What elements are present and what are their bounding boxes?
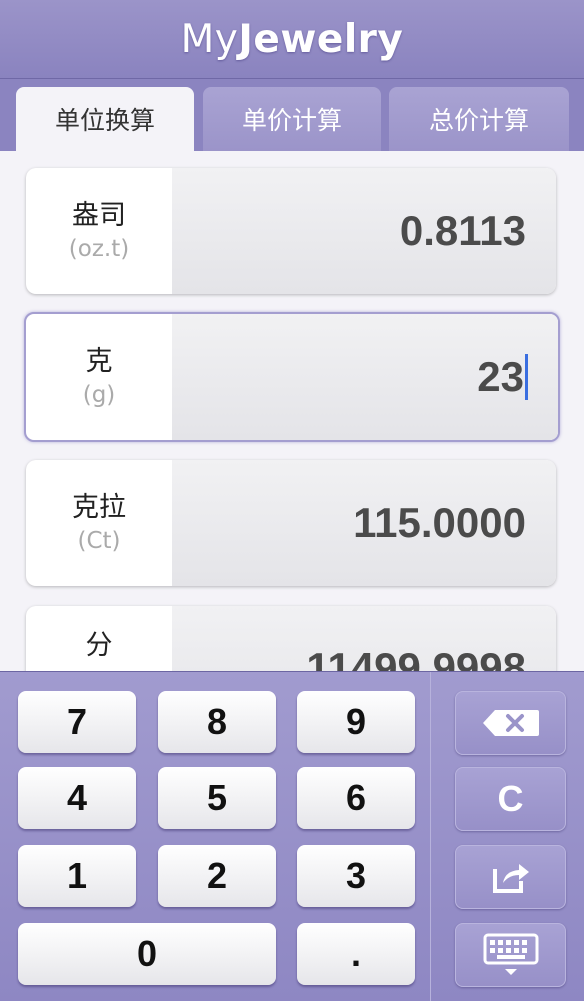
unit-value-input[interactable]: 23 xyxy=(172,314,558,440)
share-button[interactable] xyxy=(455,845,566,909)
text-cursor xyxy=(525,354,528,400)
backspace-button[interactable] xyxy=(455,691,566,755)
row-label: 分 xyxy=(26,606,172,671)
unit-name: 盎司 xyxy=(72,200,126,231)
key-1[interactable]: 1 xyxy=(18,845,136,907)
key-3[interactable]: 3 xyxy=(297,845,415,907)
backspace-icon xyxy=(482,710,539,736)
unit-name: 克 xyxy=(85,346,113,377)
numeric-keypad: 7 8 9 4 5 6 1 2 3 0 . C xyxy=(0,671,584,1001)
tab-unit-price[interactable]: 单价计算 xyxy=(203,87,381,151)
app-title-light: My xyxy=(180,16,239,62)
row-label: 克拉 (Ct) xyxy=(26,460,172,586)
unit-value[interactable]: 115.0000 xyxy=(172,460,556,586)
value-text: 23 xyxy=(477,353,524,400)
value-text: 0.8113 xyxy=(399,207,526,254)
row-label: 盎司 (oz.t) xyxy=(26,168,172,294)
unit-name: 分 xyxy=(85,630,113,661)
row-carat[interactable]: 克拉 (Ct) 115.0000 xyxy=(26,460,556,586)
tab-total-price[interactable]: 总价计算 xyxy=(389,87,569,151)
key-4[interactable]: 4 xyxy=(18,767,136,829)
key-decimal[interactable]: . xyxy=(297,923,415,985)
unit-name: 克拉 xyxy=(72,492,126,523)
app-title: MyJewelry xyxy=(181,17,404,62)
unit-symbol: (g) xyxy=(82,382,116,408)
keyboard-hide-icon xyxy=(483,933,538,975)
key-5[interactable]: 5 xyxy=(158,767,276,829)
key-9[interactable]: 9 xyxy=(297,691,415,753)
row-gram[interactable]: 克 (g) 23 xyxy=(24,312,560,442)
unit-symbol: (Ct) xyxy=(77,528,121,554)
value-text: 115.0000 xyxy=(353,499,526,546)
hide-keyboard-button[interactable] xyxy=(455,923,566,987)
row-point[interactable]: 分 11499.9998 xyxy=(26,606,556,671)
tab-unit-conversion[interactable]: 单位换算 xyxy=(16,87,194,151)
app-title-bold: Jewelry xyxy=(238,16,404,62)
key-6[interactable]: 6 xyxy=(297,767,415,829)
key-7[interactable]: 7 xyxy=(18,691,136,753)
row-ounce[interactable]: 盎司 (oz.t) 0.8113 xyxy=(26,168,556,294)
tab-bar: 单位换算 单价计算 总价计算 xyxy=(0,79,584,151)
unit-symbol: (oz.t) xyxy=(68,236,130,262)
key-8[interactable]: 8 xyxy=(158,691,276,753)
unit-value[interactable]: 11499.9998 xyxy=(172,606,556,671)
share-icon xyxy=(492,864,529,893)
key-2[interactable]: 2 xyxy=(158,845,276,907)
app-header: MyJewelry xyxy=(0,0,584,79)
keypad-divider xyxy=(430,672,431,1001)
conversion-list: 盎司 (oz.t) 0.8113 克 (g) 23 克拉 (Ct) 115.00… xyxy=(0,151,584,671)
clear-button[interactable]: C xyxy=(455,767,566,831)
row-label: 克 (g) xyxy=(26,314,172,440)
key-0[interactable]: 0 xyxy=(18,923,276,985)
unit-value[interactable]: 0.8113 xyxy=(172,168,556,294)
value-text: 11499.9998 xyxy=(306,644,526,671)
